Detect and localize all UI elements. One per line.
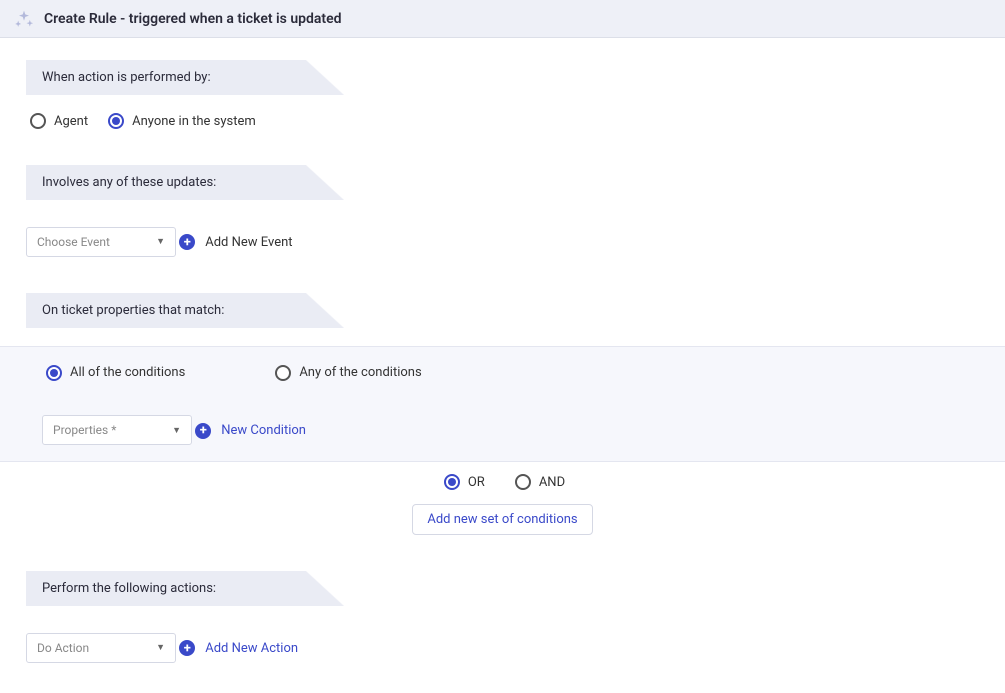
- chevron-down-icon: ▼: [156, 642, 165, 653]
- radio-dot-icon: [112, 117, 120, 125]
- radio-circle-icon: [515, 474, 531, 490]
- logic-radio-and-label: AND: [539, 475, 565, 490]
- actions-heading: Perform the following actions:: [26, 571, 306, 606]
- event-select-placeholder: Choose Event: [37, 235, 110, 249]
- action-select-placeholder: Do Action: [37, 641, 89, 655]
- actions-section: Perform the following actions: Do Action…: [26, 571, 979, 663]
- events-heading: Involves any of these updates:: [26, 165, 306, 200]
- performer-radio-agent[interactable]: Agent: [30, 113, 88, 129]
- new-condition-button[interactable]: + New Condition: [195, 423, 306, 439]
- performer-heading: When action is performed by:: [26, 60, 306, 95]
- logic-radio-group: OR AND: [440, 474, 565, 490]
- add-condition-set-button[interactable]: Add new set of conditions: [412, 504, 592, 535]
- radio-circle-icon: [108, 113, 124, 129]
- add-event-button[interactable]: + Add New Event: [179, 234, 292, 250]
- properties-heading: On ticket properties that match:: [26, 293, 306, 328]
- performer-section: When action is performed by: Agent Anyon…: [26, 60, 979, 129]
- radio-circle-icon: [275, 365, 291, 381]
- chevron-down-icon: ▼: [172, 425, 181, 436]
- radio-circle-icon: [444, 474, 460, 490]
- plus-icon: +: [179, 640, 195, 656]
- logic-row: OR AND Add new set of conditions: [26, 474, 979, 535]
- logic-radio-and[interactable]: AND: [515, 474, 565, 490]
- chevron-down-icon: ▼: [156, 236, 165, 247]
- logic-radio-or[interactable]: OR: [444, 474, 485, 490]
- events-section: Involves any of these updates: Choose Ev…: [26, 165, 979, 257]
- performer-radio-anyone-label: Anyone in the system: [132, 114, 256, 129]
- top-bar: Create Rule - triggered when a ticket is…: [0, 0, 1005, 38]
- sparkle-icon: [14, 9, 34, 29]
- plus-icon: +: [179, 234, 195, 250]
- match-radio-all[interactable]: All of the conditions: [46, 365, 185, 381]
- properties-section: On ticket properties that match: All of …: [26, 293, 979, 536]
- match-radio-any[interactable]: Any of the conditions: [275, 365, 421, 381]
- action-select[interactable]: Do Action ▼: [26, 633, 176, 663]
- conditions-panel: All of the conditions Any of the conditi…: [0, 346, 1005, 463]
- add-event-label: Add New Event: [205, 235, 292, 250]
- add-action-button[interactable]: + Add New Action: [179, 640, 298, 656]
- radio-circle-icon: [30, 113, 46, 129]
- properties-select-placeholder: Properties *: [53, 423, 116, 437]
- page-title: Create Rule - triggered when a ticket is…: [44, 11, 342, 27]
- match-radio-group: All of the conditions Any of the conditi…: [42, 365, 963, 381]
- radio-circle-icon: [46, 365, 62, 381]
- new-condition-label: New Condition: [221, 423, 306, 438]
- match-radio-any-label: Any of the conditions: [299, 365, 421, 380]
- event-select[interactable]: Choose Event ▼: [26, 227, 176, 257]
- performer-radio-anyone[interactable]: Anyone in the system: [108, 113, 256, 129]
- match-radio-all-label: All of the conditions: [70, 365, 185, 380]
- radio-dot-icon: [50, 369, 58, 377]
- radio-dot-icon: [448, 478, 456, 486]
- performer-radio-group: Agent Anyone in the system: [26, 113, 979, 129]
- logic-radio-or-label: OR: [468, 475, 485, 490]
- properties-select[interactable]: Properties * ▼: [42, 415, 192, 445]
- content-area: When action is performed by: Agent Anyon…: [0, 38, 1005, 693]
- add-action-label: Add New Action: [205, 641, 298, 656]
- plus-icon: +: [195, 423, 211, 439]
- performer-radio-agent-label: Agent: [54, 114, 88, 129]
